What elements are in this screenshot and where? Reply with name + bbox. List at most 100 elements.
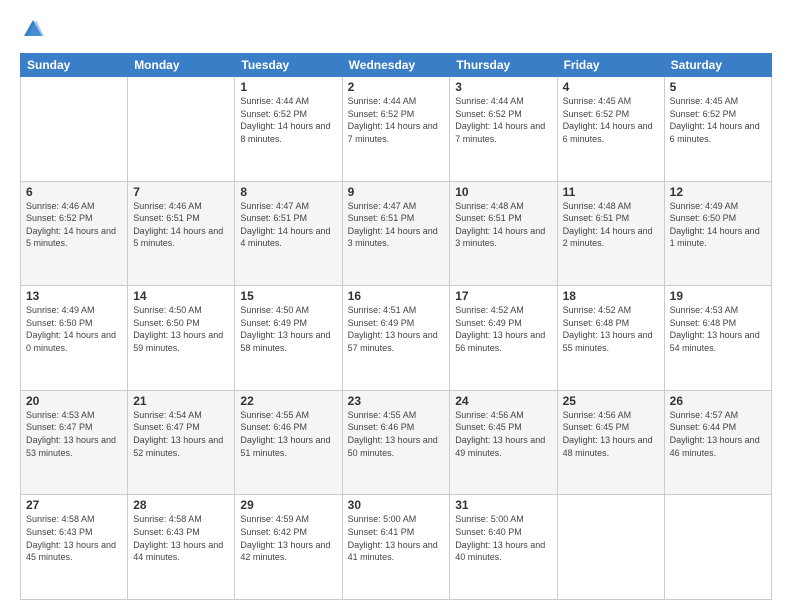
cell-day-number: 14 [133, 289, 229, 303]
calendar-week-row: 20Sunrise: 4:53 AMSunset: 6:47 PMDayligh… [21, 390, 772, 495]
cell-info: Sunrise: 4:48 AMSunset: 6:51 PMDaylight:… [455, 200, 551, 250]
header-tuesday: Tuesday [235, 54, 342, 77]
table-row: 29Sunrise: 4:59 AMSunset: 6:42 PMDayligh… [235, 495, 342, 600]
table-row: 8Sunrise: 4:47 AMSunset: 6:51 PMDaylight… [235, 181, 342, 286]
cell-day-number: 21 [133, 394, 229, 408]
cell-day-number: 29 [240, 498, 336, 512]
table-row: 31Sunrise: 5:00 AMSunset: 6:40 PMDayligh… [450, 495, 557, 600]
cell-day-number: 1 [240, 80, 336, 94]
table-row: 2Sunrise: 4:44 AMSunset: 6:52 PMDaylight… [342, 77, 450, 182]
cell-day-number: 16 [348, 289, 445, 303]
calendar-header-row: Sunday Monday Tuesday Wednesday Thursday… [21, 54, 772, 77]
cell-info: Sunrise: 4:48 AMSunset: 6:51 PMDaylight:… [563, 200, 659, 250]
cell-info: Sunrise: 4:44 AMSunset: 6:52 PMDaylight:… [455, 95, 551, 145]
cell-info: Sunrise: 4:50 AMSunset: 6:49 PMDaylight:… [240, 304, 336, 354]
cell-day-number: 3 [455, 80, 551, 94]
calendar-week-row: 27Sunrise: 4:58 AMSunset: 6:43 PMDayligh… [21, 495, 772, 600]
table-row: 6Sunrise: 4:46 AMSunset: 6:52 PMDaylight… [21, 181, 128, 286]
table-row: 5Sunrise: 4:45 AMSunset: 6:52 PMDaylight… [664, 77, 771, 182]
cell-info: Sunrise: 4:53 AMSunset: 6:48 PMDaylight:… [670, 304, 766, 354]
cell-day-number: 20 [26, 394, 122, 408]
table-row: 25Sunrise: 4:56 AMSunset: 6:45 PMDayligh… [557, 390, 664, 495]
cell-info: Sunrise: 4:59 AMSunset: 6:42 PMDaylight:… [240, 513, 336, 563]
cell-day-number: 22 [240, 394, 336, 408]
cell-info: Sunrise: 4:46 AMSunset: 6:52 PMDaylight:… [26, 200, 122, 250]
cell-info: Sunrise: 4:55 AMSunset: 6:46 PMDaylight:… [348, 409, 445, 459]
table-row: 30Sunrise: 5:00 AMSunset: 6:41 PMDayligh… [342, 495, 450, 600]
table-row: 11Sunrise: 4:48 AMSunset: 6:51 PMDayligh… [557, 181, 664, 286]
calendar-table: Sunday Monday Tuesday Wednesday Thursday… [20, 53, 772, 600]
cell-info: Sunrise: 4:58 AMSunset: 6:43 PMDaylight:… [26, 513, 122, 563]
cell-info: Sunrise: 4:44 AMSunset: 6:52 PMDaylight:… [240, 95, 336, 145]
calendar-week-row: 1Sunrise: 4:44 AMSunset: 6:52 PMDaylight… [21, 77, 772, 182]
table-row [664, 495, 771, 600]
table-row: 10Sunrise: 4:48 AMSunset: 6:51 PMDayligh… [450, 181, 557, 286]
cell-info: Sunrise: 4:56 AMSunset: 6:45 PMDaylight:… [455, 409, 551, 459]
cell-info: Sunrise: 5:00 AMSunset: 6:41 PMDaylight:… [348, 513, 445, 563]
cell-info: Sunrise: 4:49 AMSunset: 6:50 PMDaylight:… [26, 304, 122, 354]
table-row: 21Sunrise: 4:54 AMSunset: 6:47 PMDayligh… [128, 390, 235, 495]
header-monday: Monday [128, 54, 235, 77]
cell-day-number: 9 [348, 185, 445, 199]
page: Sunday Monday Tuesday Wednesday Thursday… [0, 0, 792, 612]
cell-day-number: 31 [455, 498, 551, 512]
table-row [557, 495, 664, 600]
cell-info: Sunrise: 4:55 AMSunset: 6:46 PMDaylight:… [240, 409, 336, 459]
cell-day-number: 12 [670, 185, 766, 199]
cell-info: Sunrise: 4:47 AMSunset: 6:51 PMDaylight:… [348, 200, 445, 250]
cell-info: Sunrise: 4:50 AMSunset: 6:50 PMDaylight:… [133, 304, 229, 354]
cell-info: Sunrise: 4:53 AMSunset: 6:47 PMDaylight:… [26, 409, 122, 459]
logo [20, 18, 44, 45]
cell-info: Sunrise: 4:58 AMSunset: 6:43 PMDaylight:… [133, 513, 229, 563]
cell-info: Sunrise: 4:45 AMSunset: 6:52 PMDaylight:… [670, 95, 766, 145]
table-row: 13Sunrise: 4:49 AMSunset: 6:50 PMDayligh… [21, 286, 128, 391]
cell-day-number: 6 [26, 185, 122, 199]
table-row: 7Sunrise: 4:46 AMSunset: 6:51 PMDaylight… [128, 181, 235, 286]
table-row: 16Sunrise: 4:51 AMSunset: 6:49 PMDayligh… [342, 286, 450, 391]
table-row: 19Sunrise: 4:53 AMSunset: 6:48 PMDayligh… [664, 286, 771, 391]
table-row: 9Sunrise: 4:47 AMSunset: 6:51 PMDaylight… [342, 181, 450, 286]
cell-day-number: 17 [455, 289, 551, 303]
table-row: 15Sunrise: 4:50 AMSunset: 6:49 PMDayligh… [235, 286, 342, 391]
cell-info: Sunrise: 4:52 AMSunset: 6:48 PMDaylight:… [563, 304, 659, 354]
cell-info: Sunrise: 4:44 AMSunset: 6:52 PMDaylight:… [348, 95, 445, 145]
cell-info: Sunrise: 4:54 AMSunset: 6:47 PMDaylight:… [133, 409, 229, 459]
table-row: 18Sunrise: 4:52 AMSunset: 6:48 PMDayligh… [557, 286, 664, 391]
cell-day-number: 2 [348, 80, 445, 94]
table-row [21, 77, 128, 182]
header-wednesday: Wednesday [342, 54, 450, 77]
cell-day-number: 28 [133, 498, 229, 512]
cell-day-number: 24 [455, 394, 551, 408]
cell-info: Sunrise: 5:00 AMSunset: 6:40 PMDaylight:… [455, 513, 551, 563]
table-row: 20Sunrise: 4:53 AMSunset: 6:47 PMDayligh… [21, 390, 128, 495]
table-row [128, 77, 235, 182]
table-row: 23Sunrise: 4:55 AMSunset: 6:46 PMDayligh… [342, 390, 450, 495]
cell-info: Sunrise: 4:45 AMSunset: 6:52 PMDaylight:… [563, 95, 659, 145]
cell-info: Sunrise: 4:51 AMSunset: 6:49 PMDaylight:… [348, 304, 445, 354]
cell-day-number: 13 [26, 289, 122, 303]
cell-day-number: 19 [670, 289, 766, 303]
logo-icon [22, 18, 44, 40]
header-thursday: Thursday [450, 54, 557, 77]
cell-info: Sunrise: 4:46 AMSunset: 6:51 PMDaylight:… [133, 200, 229, 250]
cell-info: Sunrise: 4:56 AMSunset: 6:45 PMDaylight:… [563, 409, 659, 459]
table-row: 26Sunrise: 4:57 AMSunset: 6:44 PMDayligh… [664, 390, 771, 495]
cell-day-number: 30 [348, 498, 445, 512]
calendar-week-row: 6Sunrise: 4:46 AMSunset: 6:52 PMDaylight… [21, 181, 772, 286]
cell-info: Sunrise: 4:49 AMSunset: 6:50 PMDaylight:… [670, 200, 766, 250]
cell-day-number: 10 [455, 185, 551, 199]
table-row: 22Sunrise: 4:55 AMSunset: 6:46 PMDayligh… [235, 390, 342, 495]
table-row: 24Sunrise: 4:56 AMSunset: 6:45 PMDayligh… [450, 390, 557, 495]
table-row: 1Sunrise: 4:44 AMSunset: 6:52 PMDaylight… [235, 77, 342, 182]
cell-info: Sunrise: 4:57 AMSunset: 6:44 PMDaylight:… [670, 409, 766, 459]
cell-day-number: 18 [563, 289, 659, 303]
header-saturday: Saturday [664, 54, 771, 77]
table-row: 28Sunrise: 4:58 AMSunset: 6:43 PMDayligh… [128, 495, 235, 600]
cell-day-number: 5 [670, 80, 766, 94]
table-row: 17Sunrise: 4:52 AMSunset: 6:49 PMDayligh… [450, 286, 557, 391]
table-row: 27Sunrise: 4:58 AMSunset: 6:43 PMDayligh… [21, 495, 128, 600]
cell-info: Sunrise: 4:47 AMSunset: 6:51 PMDaylight:… [240, 200, 336, 250]
cell-day-number: 27 [26, 498, 122, 512]
cell-day-number: 11 [563, 185, 659, 199]
table-row: 3Sunrise: 4:44 AMSunset: 6:52 PMDaylight… [450, 77, 557, 182]
